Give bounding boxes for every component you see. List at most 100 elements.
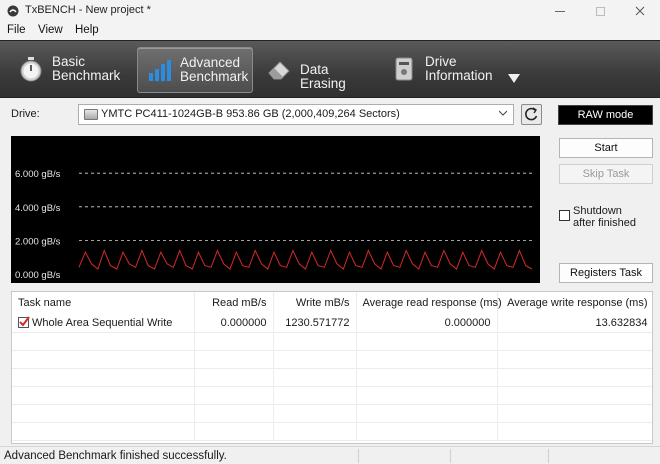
status-separator [358,449,359,463]
table-row-empty [12,332,652,351]
col-avg-write[interactable]: Average write response (ms) [497,292,652,314]
bar-chart-icon [149,60,171,81]
maximize-icon [595,6,605,16]
stopwatch-icon [20,57,42,82]
skip-task-button[interactable]: Skip Task [559,164,653,184]
avg-write-cell: 13.632834 [497,314,652,333]
status-text: Advanced Benchmark finished successfully… [4,450,227,462]
y-tick-label: 6.000 gB/s [15,169,61,180]
write-speed-line [78,249,533,270]
table-row-empty [12,350,652,369]
empty-cell [356,404,498,423]
eraser-icon [268,61,290,80]
empty-cell [273,404,357,423]
registers-task-button[interactable]: Registers Task [559,263,653,283]
empty-cell [356,422,498,441]
tab-basic-label: Basic Benchmark [52,54,121,83]
window-title: TxBENCH - New project * [25,4,151,16]
tab-erasing-label: Data Erasing [300,62,346,91]
table-row-empty [12,404,652,423]
empty-cell [194,386,274,405]
mode-toolbar: Basic Benchmark Advanced Benchmark Data … [0,40,660,98]
table-row-empty [12,422,652,441]
drive-select[interactable]: YMTC PC411-1024GB-B 953.86 GB (2,000,409… [78,104,514,125]
empty-cell [497,404,652,423]
empty-cell [12,422,195,441]
start-button[interactable]: Start [559,138,653,158]
empty-cell [273,368,357,387]
throughput-chart: 0.000 gB/s 2.000 gB/s 4.000 gB/s 6.000 gB/s [15,169,533,281]
toolbar-more-icon[interactable] [508,74,520,83]
tab-drive-information[interactable]: Drive Information [383,47,501,93]
table-row-empty [12,368,652,387]
empty-cell [12,368,195,387]
close-button[interactable] [620,0,660,22]
empty-cell [273,350,357,369]
empty-cell [497,386,652,405]
tab-drive-label: Drive Information [425,54,493,83]
empty-cell [356,368,498,387]
status-separator [548,449,549,463]
menu-file[interactable]: File [7,24,26,36]
y-tick-label: 2.000 gB/s [15,236,61,247]
empty-cell [194,350,274,369]
write-cell: 1230.571772 [273,314,357,333]
raw-mode-button[interactable]: RAW mode [558,105,653,125]
tab-advanced-label: Advanced Benchmark [180,55,249,84]
menu-help[interactable]: Help [75,24,99,36]
drive-selected-value: YMTC PC411-1024GB-B 953.86 GB (2,000,409… [101,108,400,120]
tab-advanced-benchmark[interactable]: Advanced Benchmark [137,47,253,93]
empty-cell [356,332,498,351]
table-row-empty [12,386,652,405]
close-icon [635,6,645,16]
empty-cell [497,332,652,351]
disk-drive-icon [84,109,98,120]
throughput-graph: 0.000 gB/s 2.000 gB/s 4.000 gB/s 6.000 gB/s [11,136,540,283]
app-logo-icon [7,5,19,17]
empty-cell [273,386,357,405]
refresh-icon [525,107,538,121]
minimize-button[interactable] [540,0,580,22]
empty-cell [194,422,274,441]
results-table: Task name Read mB/s Write mB/s Average r… [11,291,653,444]
empty-cell [497,422,652,441]
tab-basic-benchmark[interactable]: Basic Benchmark [10,47,132,93]
table-header: Task name Read mB/s Write mB/s Average r… [12,292,652,314]
empty-cell [194,332,274,351]
task-name-cell: Whole Area Sequential Write [12,314,195,333]
y-tick-label: 4.000 gB/s [15,203,61,214]
shutdown-label: Shutdown after finished [573,205,636,229]
empty-cell [12,332,195,351]
empty-cell [273,332,357,351]
maximize-button[interactable] [580,0,620,22]
empty-cell [12,386,195,405]
col-task-name[interactable]: Task name [12,292,195,314]
shutdown-checkbox[interactable] [559,210,570,221]
y-tick-label: 0.000 gB/s [15,270,61,281]
menu-view[interactable]: View [38,24,63,36]
read-cell: 0.000000 [194,314,274,333]
tab-data-erasing[interactable]: Data Erasing [258,47,378,93]
col-write[interactable]: Write mB/s [273,292,357,314]
task-check-icon [18,316,30,329]
title-bar: TxBENCH - New project * [0,0,660,22]
empty-cell [273,422,357,441]
refresh-drives-button[interactable] [521,104,542,125]
empty-cell [356,386,498,405]
task-name: Whole Area Sequential Write [32,317,173,330]
menu-bar: File View Help [0,22,660,40]
empty-cell [497,368,652,387]
empty-cell [194,368,274,387]
empty-cell [356,350,498,369]
empty-cell [194,404,274,423]
empty-cell [12,350,195,369]
chevron-down-icon [499,110,507,116]
status-bar: Advanced Benchmark finished successfully… [0,446,660,464]
col-read[interactable]: Read mB/s [194,292,274,314]
table-row[interactable]: Whole Area Sequential Write 0.000000 123… [12,314,652,333]
col-avg-read[interactable]: Average read response (ms) [356,292,502,314]
avg-read-cell: 0.000000 [356,314,498,333]
empty-cell [497,350,652,369]
drive-label: Drive: [11,108,40,120]
status-separator [450,449,451,463]
